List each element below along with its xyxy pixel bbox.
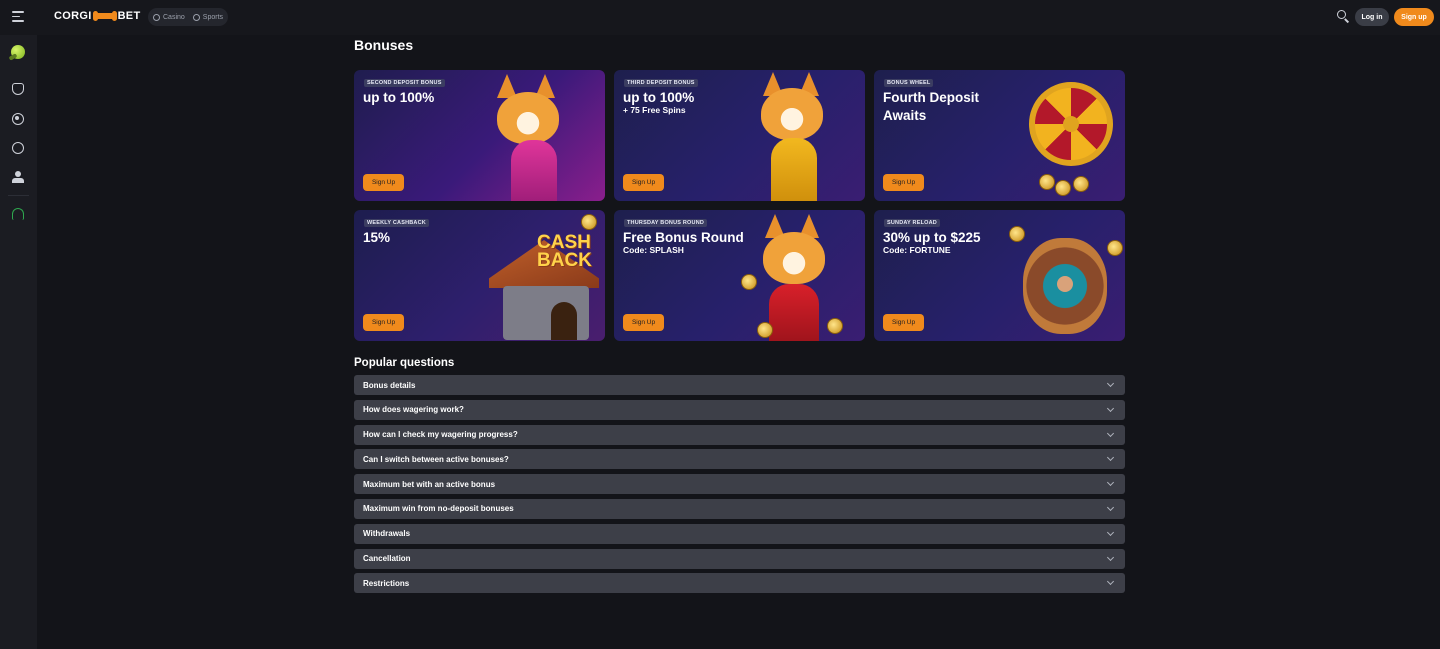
bonus-card-weekly-cashback[interactable]: CASH BACK WEEKLY CASHBACK 15% Sign Up <box>354 210 605 341</box>
chevron-down-icon <box>1106 429 1115 437</box>
bonus-cards: SECOND DEPOSIT BONUS up to 100% Sign Up … <box>354 70 1125 341</box>
sidebar-divider <box>8 195 29 196</box>
top-bar: CORGI BET Casino Sports Log in Sign up <box>0 0 1440 35</box>
bonus-card-second-deposit[interactable]: SECOND DEPOSIT BONUS up to 100% Sign Up <box>354 70 605 201</box>
faq-question: Withdrawals <box>363 529 411 539</box>
bone-icon <box>92 11 117 21</box>
card-signup-button[interactable]: Sign Up <box>363 314 404 331</box>
faq-list: Bonus details How does wagering work? Ho… <box>354 375 1125 598</box>
bonus-card-bonus-wheel[interactable]: BONUS WHEEL Fourth Deposit Awaits Sign U… <box>874 70 1125 201</box>
faq-item-maximum-bet[interactable]: Maximum bet with an active bonus <box>354 474 1125 495</box>
sidebar <box>0 35 37 649</box>
sports-icon <box>192 13 200 21</box>
card-headline: up to 100% <box>363 90 435 105</box>
logo-text-right: BET <box>117 10 141 22</box>
faq-question: How can I check my wagering progress? <box>363 430 518 440</box>
mode-casino-label: Casino <box>163 13 185 21</box>
faq-item-switch-bonuses[interactable]: Can I switch between active bonuses? <box>354 449 1125 470</box>
casino-icon <box>153 13 160 21</box>
bonus-card-third-deposit[interactable]: THIRD DEPOSIT BONUS up to 100% + 75 Free… <box>614 70 865 201</box>
faq-item-cancellation[interactable]: Cancellation <box>354 548 1125 569</box>
card-headline: 15% <box>363 230 391 245</box>
card-subtext: Code: SPLASH <box>623 245 684 255</box>
logo[interactable]: CORGI BET <box>54 10 140 22</box>
card-tag: BONUS WHEEL <box>884 79 934 87</box>
bonus-card-thursday-bonus-round[interactable]: THURSDAY BONUS ROUND Free Bonus Round Co… <box>614 210 865 341</box>
card-tag: SUNDAY RELOAD <box>884 219 940 227</box>
faq-item-bonus-details[interactable]: Bonus details <box>354 375 1125 395</box>
faq-title: Popular questions <box>354 357 455 369</box>
chevron-down-icon <box>1106 379 1115 388</box>
mode-switch: Casino Sports <box>148 8 229 26</box>
faq-item-restrictions[interactable]: Restrictions <box>354 573 1125 594</box>
card-signup-button[interactable]: Sign Up <box>883 174 924 191</box>
logo-text-left: CORGI <box>54 10 92 22</box>
faq-question: How does wagering work? <box>363 405 464 415</box>
shield-icon[interactable] <box>12 83 24 95</box>
card-tag: SECOND DEPOSIT BONUS <box>364 79 445 87</box>
faq-item-wagering-progress[interactable]: How can I check my wagering progress? <box>354 424 1125 445</box>
faq-question: Maximum win from no-deposit bonuses <box>363 504 514 514</box>
card-tag: THIRD DEPOSIT BONUS <box>624 79 698 87</box>
search-icon[interactable] <box>1337 10 1350 23</box>
chevron-down-icon <box>1106 454 1115 462</box>
cashback-sign-line2: BACK <box>537 250 592 271</box>
card-tag: THURSDAY BONUS ROUND <box>624 219 708 227</box>
sports-ball-icon[interactable] <box>12 142 24 154</box>
chevron-down-icon <box>1106 578 1115 586</box>
chevron-down-icon <box>1106 503 1115 512</box>
chevron-down-icon <box>1106 404 1115 412</box>
faq-item-withdrawals[interactable]: Withdrawals <box>354 523 1125 544</box>
faq-question: Bonus details <box>363 380 416 390</box>
chevron-down-icon <box>1106 553 1115 561</box>
mode-casino[interactable]: Casino <box>153 13 185 21</box>
chevron-down-icon <box>1106 528 1115 536</box>
chevron-down-icon <box>1106 479 1115 487</box>
mode-sports-label: Sports <box>202 13 224 21</box>
card-headline: Fourth Deposit Awaits <box>883 90 979 123</box>
faq-item-wagering[interactable]: How does wagering work? <box>354 399 1125 420</box>
login-button[interactable]: Log in <box>1355 8 1389 26</box>
menu-icon[interactable] <box>12 11 24 23</box>
card-subtext: + 75 Free Spins <box>623 105 686 115</box>
headset-icon[interactable] <box>12 208 24 220</box>
faq-question: Cancellation <box>363 554 411 564</box>
tennis-ball-icon[interactable] <box>8 43 28 63</box>
mode-sports[interactable]: Sports <box>192 13 224 21</box>
faq-question: Restrictions <box>363 578 410 588</box>
card-tag: WEEKLY CASHBACK <box>364 219 429 227</box>
card-signup-button[interactable]: Sign Up <box>363 174 404 191</box>
card-signup-button[interactable]: Sign Up <box>623 314 664 331</box>
card-subtext: Code: FORTUNE <box>883 245 951 255</box>
page-title: Bonuses <box>354 37 414 53</box>
card-signup-button[interactable]: Sign Up <box>883 314 924 331</box>
faq-question: Maximum bet with an active bonus <box>363 479 496 489</box>
target-icon[interactable] <box>12 113 24 125</box>
faq-question: Can I switch between active bonuses? <box>363 454 509 464</box>
card-signup-button[interactable]: Sign Up <box>623 174 664 191</box>
faq-item-maximum-win[interactable]: Maximum win from no-deposit bonuses <box>354 498 1125 519</box>
person-icon[interactable] <box>12 171 24 183</box>
signup-button[interactable]: Sign up <box>1394 8 1434 26</box>
bonus-card-sunday-reload[interactable]: SUNDAY RELOAD 30% up to $225 Code: FORTU… <box>874 210 1125 341</box>
